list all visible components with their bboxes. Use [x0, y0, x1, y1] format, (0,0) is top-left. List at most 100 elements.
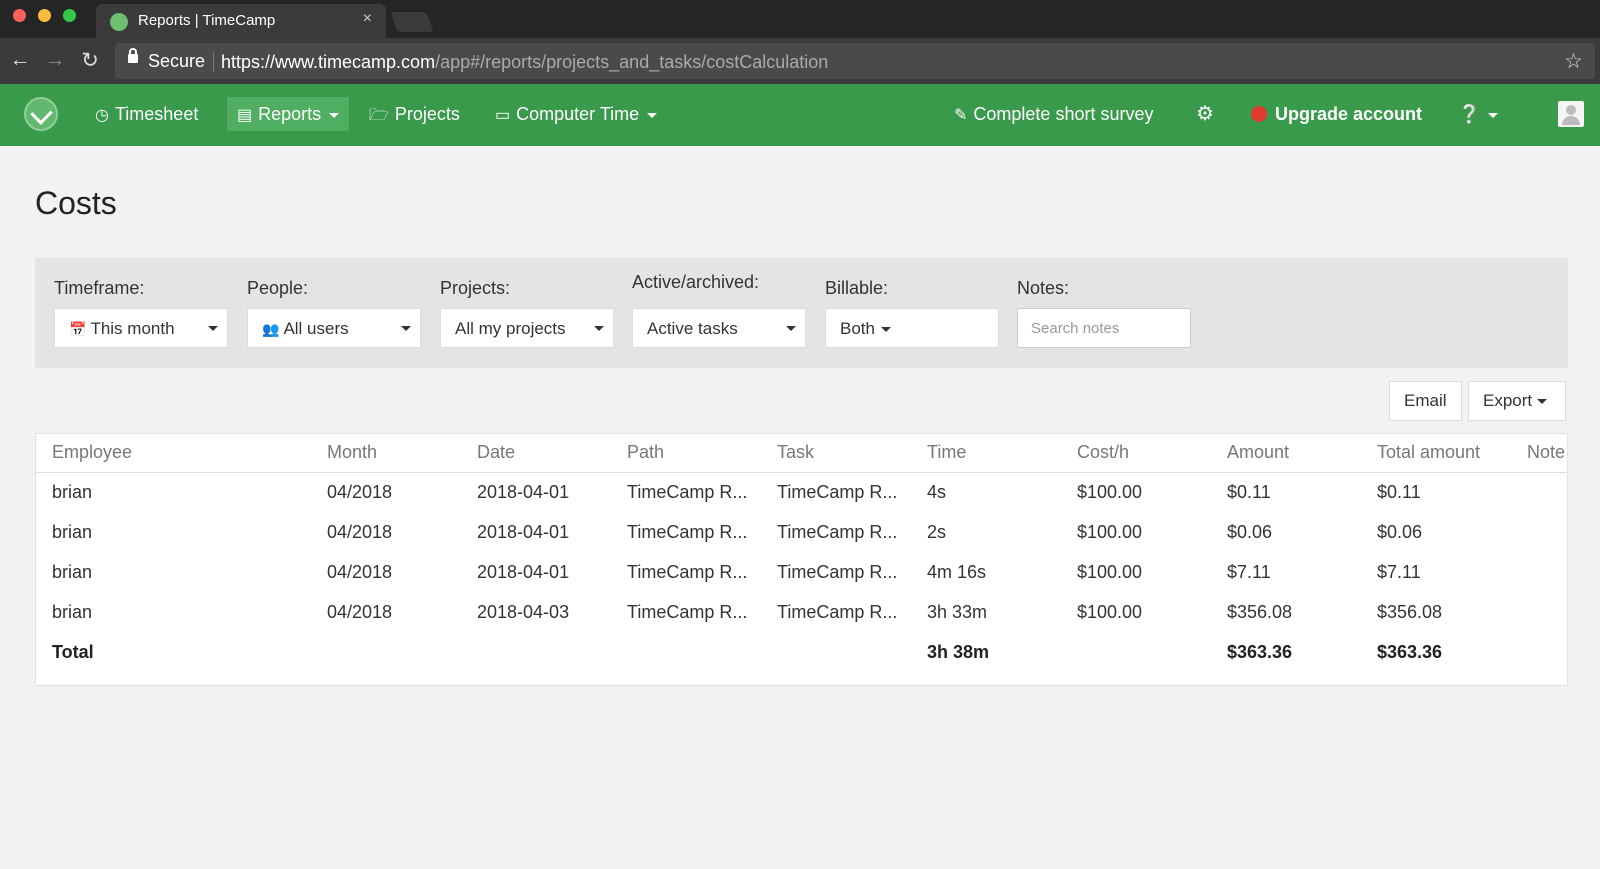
tab-title: Reports | TimeCamp [138, 12, 276, 29]
new-tab-button[interactable] [390, 12, 434, 32]
table-cell: 04/2018 [327, 521, 393, 542]
nav-survey[interactable]: ✎ Complete short survey [954, 97, 1153, 131]
nav-projects[interactable]: 🗁 Projects [369, 97, 460, 131]
column-header-total-amount[interactable]: Total amount [1361, 434, 1511, 473]
nav-survey-label: Complete short survey [973, 104, 1154, 124]
table-cell: TimeCamp R... [777, 601, 898, 622]
table-cell: TimeCamp R... [627, 601, 748, 622]
table-cell: brian [52, 521, 93, 542]
table-cell: $100.00 [1077, 601, 1143, 622]
browser-toolbar: ← → ↻ Secure https://www.timecamp.com/ap… [0, 38, 1600, 84]
address-bar[interactable]: Secure https://www.timecamp.com/app#/rep… [115, 43, 1595, 79]
folder-icon: 🗁 [369, 107, 389, 124]
total-label: Total [52, 641, 94, 662]
column-header-time[interactable]: Time [911, 434, 1061, 473]
laptop-icon: ▭ [495, 107, 511, 124]
timeframe-label: Timeframe: [54, 278, 145, 298]
billable-select[interactable]: Both [825, 308, 999, 348]
table-cell: 2018-04-03 [477, 601, 570, 622]
table-cell [1511, 512, 1567, 552]
billable-label: Billable: [825, 278, 889, 298]
reload-icon[interactable]: ↻ [78, 48, 102, 73]
column-header-cost-per-hour[interactable]: Cost/h [1061, 434, 1211, 473]
users-icon: 👥 [262, 321, 280, 337]
column-header-month[interactable]: Month [311, 434, 461, 473]
timeframe-select[interactable]: 📅 This month [54, 308, 228, 348]
export-button-label: Export [1483, 391, 1533, 410]
minimize-window-button[interactable] [38, 9, 51, 22]
people-select[interactable]: 👥 All users [247, 308, 421, 348]
email-button-label: Email [1404, 391, 1447, 410]
active-label: Active/archived: [632, 272, 760, 292]
table-cell: $100.00 [1077, 481, 1143, 502]
timecamp-logo[interactable] [24, 97, 58, 131]
table-cell: TimeCamp R... [627, 481, 748, 502]
active-value: Active tasks [647, 319, 738, 338]
people-value: All users [283, 319, 349, 338]
filters-panel: Timeframe: 📅 This month People: 👥 All user… [35, 258, 1568, 368]
table-cell: $0.11 [1227, 481, 1271, 502]
browser-tab[interactable]: Reports | TimeCamp × [96, 4, 386, 38]
column-header-amount[interactable]: Amount [1211, 434, 1361, 473]
chevron-down-icon [1537, 399, 1548, 405]
table-cell: TimeCamp R... [777, 481, 898, 502]
help-menu[interactable]: ❔ [1458, 97, 1499, 131]
maximize-window-button[interactable] [63, 9, 76, 22]
column-header-employee[interactable]: Employee [36, 434, 311, 473]
nav-upgrade-label: Upgrade account [1275, 104, 1423, 124]
email-button[interactable]: Email [1389, 381, 1462, 421]
gear-icon[interactable]: ⚙ [1196, 97, 1214, 131]
bookmark-star-icon[interactable]: ☆ [1564, 49, 1583, 74]
forward-arrow-icon[interactable]: → [43, 48, 67, 72]
projects-value: All my projects [455, 319, 566, 338]
clock-icon: ◷ [95, 107, 109, 124]
column-header-note[interactable]: Note [1511, 434, 1567, 473]
table-cell [1511, 632, 1567, 672]
active-select[interactable]: Active tasks [632, 308, 806, 348]
nav-reports[interactable]: ▤ Reports [227, 97, 350, 131]
table-row: brian 04/2018 2018-04-03 TimeCamp R... T… [36, 592, 1567, 632]
table-cell: 04/2018 [327, 601, 393, 622]
table-cell: 2018-04-01 [477, 521, 570, 542]
table-cell: 2018-04-01 [477, 481, 570, 502]
table-cell: TimeCamp R... [777, 521, 898, 542]
table-total-row: Total 3h 38m $363.36 $363.36 [36, 632, 1567, 672]
notes-search-input[interactable] [1017, 308, 1191, 348]
close-window-button[interactable] [13, 9, 26, 22]
table-cell: $100.00 [1077, 521, 1143, 542]
column-header-date[interactable]: Date [461, 434, 611, 473]
url-text[interactable]: https://www.timecamp.com/app#/reports/pr… [221, 52, 828, 73]
chevron-down-icon [786, 326, 796, 331]
nav-computer-time[interactable]: ▭ Computer Time [495, 97, 658, 131]
table-cell: brian [52, 481, 93, 502]
notes-label: Notes: [1017, 278, 1070, 298]
table-row: brian 04/2018 2018-04-01 TimeCamp R... T… [36, 512, 1567, 552]
table-cell [611, 632, 761, 672]
column-header-task[interactable]: Task [761, 434, 911, 473]
chevron-down-icon [594, 326, 604, 331]
table-cell: TimeCamp R... [627, 521, 748, 542]
table-cell: TimeCamp R... [627, 561, 748, 582]
projects-select[interactable]: All my projects [440, 308, 614, 348]
table-cell: 04/2018 [327, 481, 393, 502]
page-title: Costs [35, 185, 117, 221]
export-button[interactable]: Export [1468, 381, 1566, 421]
chevron-down-icon [880, 327, 891, 333]
back-arrow-icon[interactable]: ← [8, 48, 32, 72]
avatar[interactable] [1558, 101, 1584, 127]
table-cell: brian [52, 601, 93, 622]
table-cell [1511, 472, 1567, 512]
table-cell: $0.06 [1227, 521, 1273, 542]
nav-upgrade[interactable]: Upgrade account [1251, 97, 1422, 131]
column-header-path[interactable]: Path [611, 434, 761, 473]
table-cell [311, 632, 461, 672]
calendar-icon: 📅 [69, 321, 87, 337]
filter-timeframe: Timeframe: 📅 This month [54, 278, 228, 348]
filter-projects: Projects: All my projects [440, 278, 614, 348]
nav-reports-label: Reports [258, 104, 322, 124]
chevron-down-icon [208, 326, 218, 331]
upgrade-icon [1251, 106, 1267, 122]
table-cell: 3h 33m [927, 601, 988, 622]
nav-timesheet[interactable]: ◷ Timesheet [95, 97, 198, 131]
tab-close-icon[interactable]: × [363, 10, 372, 28]
